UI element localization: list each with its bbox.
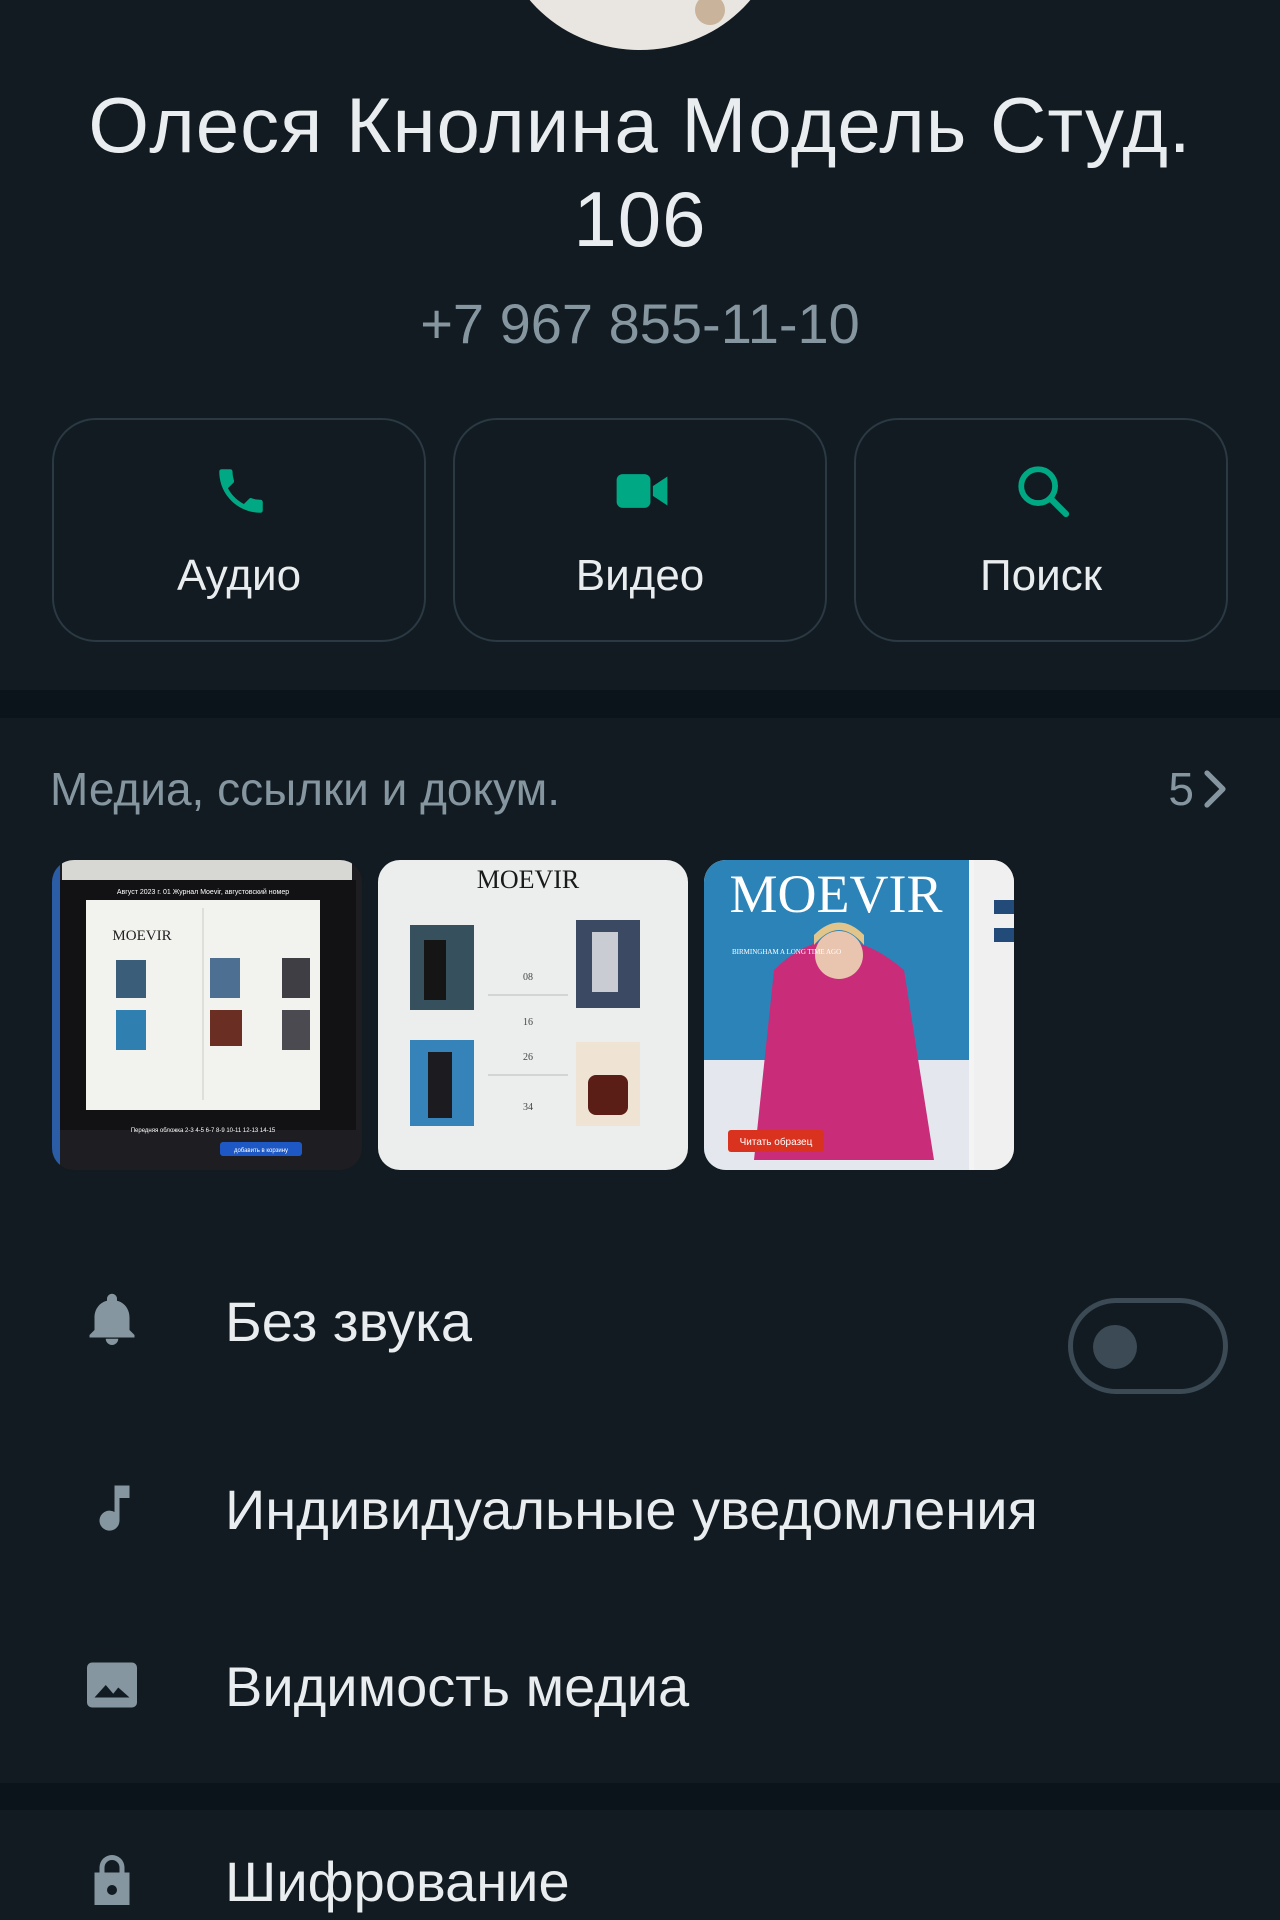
media-thumbnail[interactable]: MOEVIR BIRMINGHAM A LONG TIME AGO Читать… bbox=[704, 860, 1014, 1170]
encryption-label: Шифрование bbox=[225, 1850, 570, 1913]
custom-notifications-label: Индивидуальные уведомления bbox=[225, 1478, 1038, 1541]
mute-row[interactable]: Без звука bbox=[0, 1250, 1280, 1394]
search-button[interactable]: Поиск bbox=[854, 418, 1228, 642]
encryption-row[interactable]: Шифрование bbox=[0, 1810, 1280, 1920]
media-visibility-row[interactable]: Видимость медиа bbox=[0, 1615, 1280, 1755]
thumb1-brand: MOEVIR bbox=[112, 928, 171, 944]
contact-name: Олеся Кнолина Модель Студ. 106 bbox=[88, 81, 1192, 263]
video-call-label: Видео bbox=[575, 551, 705, 600]
action-buttons: Аудио Видео Поиск bbox=[52, 418, 1228, 642]
audio-call-label: Аудио bbox=[176, 551, 302, 600]
toggle-knob bbox=[1093, 1325, 1137, 1369]
bell-icon bbox=[89, 1293, 135, 1345]
thumb2-page: 16 bbox=[523, 1017, 533, 1028]
video-call-button[interactable]: Видео bbox=[453, 418, 827, 642]
thumb3-brand: MOEVIR bbox=[730, 864, 943, 924]
chevron-right-icon bbox=[1204, 770, 1226, 808]
thumb3-headline: BIRMINGHAM A LONG TIME AGO bbox=[732, 948, 841, 956]
music-note-icon bbox=[99, 1485, 130, 1531]
thumb1-footer: Передняя обложка 2-3 4-5 6-7 8-9 10-11 1… bbox=[131, 1128, 276, 1134]
security-settings: Шифрование bbox=[0, 1810, 1280, 1920]
phone-icon bbox=[219, 469, 263, 513]
thumb1-caption: Август 2023 г. 01 Журнал Moevir, августо… bbox=[117, 888, 289, 896]
contact-settings: Без звука Индивидуальные уведомления Вид… bbox=[0, 1230, 1280, 1783]
media-visibility-label: Видимость медиа bbox=[225, 1655, 690, 1718]
media-section: Медиа, ссылки и докум. 5 Август 2023 г. … bbox=[0, 718, 1280, 1230]
audio-call-button[interactable]: Аудио bbox=[52, 418, 426, 642]
media-thumbnail[interactable]: MOEVIR 08 16 26 34 bbox=[378, 860, 688, 1170]
media-section-title[interactable]: Медиа, ссылки и докум. bbox=[50, 762, 560, 816]
media-thumbnail[interactable]: Август 2023 г. 01 Журнал Moevir, августо… bbox=[52, 860, 362, 1170]
video-icon bbox=[616, 474, 668, 508]
mute-toggle[interactable] bbox=[1068, 1298, 1228, 1394]
search-label: Поиск bbox=[980, 551, 1102, 600]
thumb3-badge: Читать образец bbox=[740, 1136, 813, 1148]
thumb2-page: 26 bbox=[523, 1052, 533, 1063]
thumb2-page: 34 bbox=[523, 1102, 533, 1113]
thumb1-button: добавить в корзину bbox=[234, 1148, 288, 1154]
media-count: 5 bbox=[1168, 763, 1194, 815]
mute-label: Без звука bbox=[225, 1290, 472, 1353]
custom-notifications-row[interactable]: Индивидуальные уведомления bbox=[0, 1438, 1280, 1578]
image-icon bbox=[87, 1662, 137, 1708]
avatar[interactable] bbox=[500, 0, 780, 50]
search-icon bbox=[1018, 466, 1070, 518]
profile-header: Олеся Кнолина Модель Студ. 106 +7 967 85… bbox=[0, 0, 1280, 690]
contact-phone[interactable]: +7 967 855-11-10 bbox=[0, 292, 1280, 356]
thumb2-brand: MOEVIR bbox=[477, 865, 580, 894]
media-thumbnails: Август 2023 г. 01 Журнал Moevir, августо… bbox=[52, 860, 1052, 1170]
contact-info-screen: Олеся Кнолина Модель Студ. 106 +7 967 85… bbox=[0, 0, 1280, 1920]
lock-icon bbox=[94, 1855, 130, 1905]
media-count-link[interactable]: 5 bbox=[1168, 762, 1230, 816]
thumb2-page: 08 bbox=[523, 972, 533, 983]
